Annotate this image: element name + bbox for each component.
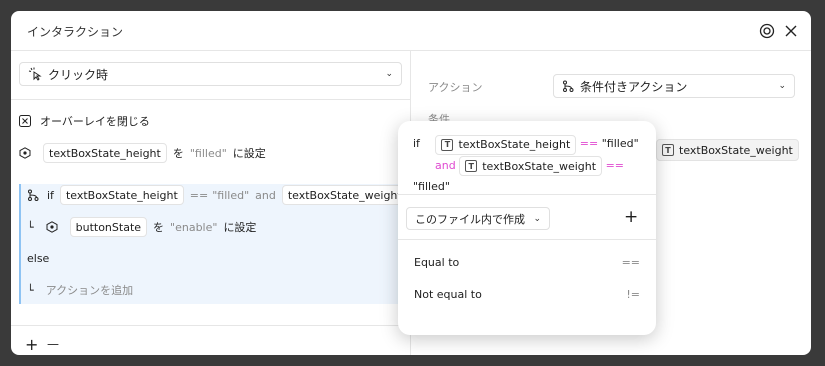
- add-action-placeholder: アクションを追加: [45, 284, 134, 297]
- condition-value: "filled": [601, 137, 639, 150]
- conditional-icon: [27, 189, 39, 201]
- text-variable-icon: T: [662, 144, 674, 156]
- condition-chip-weight[interactable]: textBoxState_weight: [281, 185, 408, 205]
- option-label: Equal to: [414, 256, 460, 269]
- trigger-select[interactable]: クリック時 ⌄: [19, 62, 402, 86]
- if-row[interactable]: if textBoxState_height == "filled" and t…: [27, 184, 430, 206]
- variable-icon: [46, 221, 58, 233]
- option-operator: !=: [626, 288, 640, 301]
- option-equal-to[interactable]: Equal to ==: [414, 256, 640, 269]
- action-label: アクション: [428, 81, 483, 94]
- dialog-header: インタラクション: [11, 11, 811, 51]
- operator-eq: ==: [579, 137, 599, 150]
- click-trigger-icon: [28, 67, 42, 81]
- operator-eq: ==: [189, 188, 209, 202]
- chip-label: textBoxState_weight: [482, 159, 597, 173]
- source-select[interactable]: このファイル内で作成 ⌄: [406, 207, 550, 230]
- variable-chip[interactable]: buttonState: [69, 217, 148, 237]
- if-keyword: if: [413, 137, 420, 150]
- option-label: Not equal to: [414, 288, 482, 301]
- action-type-label: 条件付きアクション: [580, 79, 688, 94]
- action-close-overlay[interactable]: オーバーレイを閉じる: [19, 111, 409, 131]
- option-not-equal-to[interactable]: Not equal to !=: [414, 288, 640, 301]
- divider: [398, 194, 656, 195]
- condition-chip-height[interactable]: textBoxState_height: [59, 185, 184, 205]
- divider: [398, 239, 656, 240]
- text-variable-icon: T: [465, 160, 478, 172]
- add-variable-button[interactable]: +: [624, 207, 638, 227]
- if-keyword: if: [47, 188, 54, 202]
- condition-value-2: "filled": [413, 180, 450, 193]
- conditional-block[interactable]: if textBoxState_height == "filled" and t…: [19, 184, 430, 304]
- operator-eq-2: ==: [605, 158, 625, 172]
- left-panel: クリック時 ⌄ オーバーレイを閉じる textBoxState_height を…: [11, 51, 430, 355]
- action-label: オーバーレイを閉じる: [40, 115, 150, 128]
- branch-icon: └: [27, 283, 34, 297]
- nested-action-row[interactable]: └ buttonState を "enable" に設定: [27, 216, 411, 238]
- variable-picker-popover: if TtextBoxState_height == "filled" and …: [398, 121, 656, 335]
- trigger-label: クリック時: [48, 67, 109, 82]
- action-type-select[interactable]: 条件付きアクション ⌄: [553, 74, 795, 98]
- divider: [11, 99, 411, 100]
- and-keyword: and: [255, 188, 276, 202]
- dialog-title: インタラクション: [27, 25, 124, 39]
- text-variable-icon: T: [441, 138, 454, 151]
- remove-button[interactable]: —: [47, 337, 59, 351]
- and-keyword: and: [435, 158, 456, 172]
- action-suffix: に設定: [223, 221, 257, 234]
- add-button[interactable]: +: [25, 335, 38, 354]
- condition-chip-height[interactable]: TtextBoxState_height: [435, 134, 577, 155]
- chip-label: textBoxState_height: [458, 138, 571, 151]
- variable-icon: [19, 147, 31, 159]
- chip-label: textBoxState_weight: [679, 143, 793, 157]
- source-label: このファイル内で作成: [415, 212, 525, 226]
- add-action-row[interactable]: └ アクションを追加: [27, 280, 411, 300]
- close-icon[interactable]: [783, 23, 799, 39]
- option-operator: ==: [621, 256, 640, 269]
- action-value: "filled": [189, 146, 227, 160]
- target-icon[interactable]: [759, 23, 775, 39]
- condition-chip-weight[interactable]: T textBoxState_weight: [656, 139, 799, 161]
- action-value: "enable": [170, 220, 218, 234]
- condition-chip-weight[interactable]: TtextBoxState_weight: [459, 156, 603, 176]
- chevron-down-icon: ⌄: [533, 213, 541, 224]
- condition-value: "filled": [212, 188, 250, 202]
- branch-icon: └: [27, 220, 34, 234]
- else-row[interactable]: else: [27, 248, 411, 268]
- divider: [11, 325, 411, 326]
- variable-chip[interactable]: textBoxState_height: [43, 143, 167, 163]
- else-keyword: else: [27, 251, 50, 265]
- action-to: を: [153, 221, 165, 234]
- action-set-variable[interactable]: textBoxState_height を "filled" に設定: [19, 142, 409, 164]
- condition-expression: if TtextBoxState_height == "filled" and …: [413, 133, 645, 197]
- action-suffix: に設定: [232, 147, 266, 160]
- chevron-down-icon: ⌄: [385, 69, 393, 79]
- chevron-down-icon: ⌄: [778, 81, 786, 91]
- action-to: を: [172, 147, 184, 160]
- conditional-icon: [562, 80, 574, 92]
- close-box-icon: [19, 115, 31, 127]
